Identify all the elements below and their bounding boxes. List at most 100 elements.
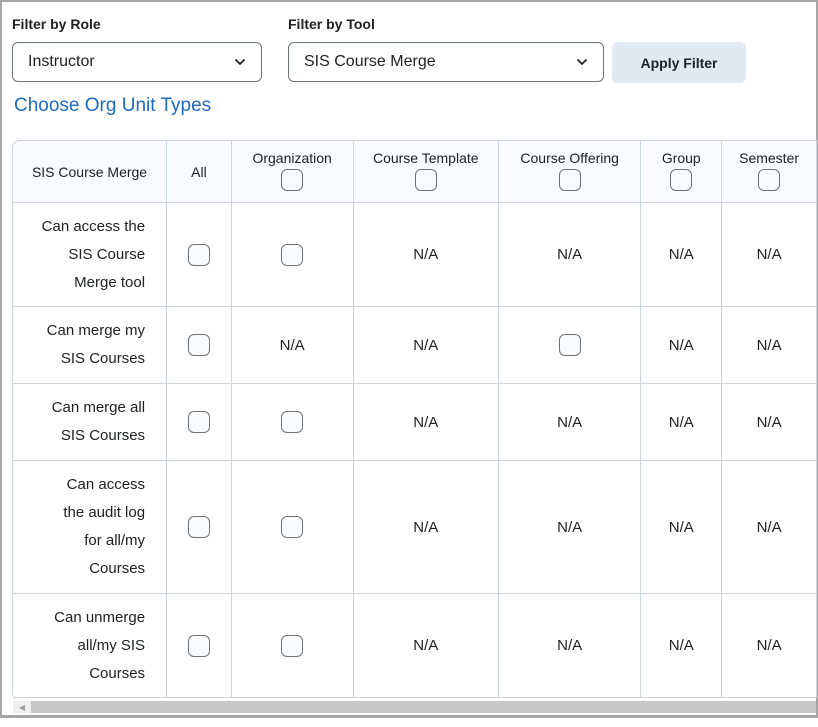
column-header-label: Course Template bbox=[372, 149, 479, 166]
not-applicable-text: N/A bbox=[756, 336, 782, 354]
permissions-table-body: Can access the SIS Course Merge tool N/A N/A… bbox=[13, 202, 817, 698]
table-row: Can unmerge all/my SIS Courses N/A N/A N/A N/A bbox=[13, 593, 817, 698]
permission-checkbox[interactable] bbox=[281, 411, 304, 433]
table-row: Can merge my SIS Courses N/A N/A N/A N/A bbox=[13, 306, 817, 384]
column-select-all-checkbox[interactable] bbox=[558, 168, 581, 191]
table-row: Can merge all SIS Courses N/A N/A N/A N/A bbox=[13, 383, 817, 461]
permission-cell: N/A bbox=[640, 306, 723, 384]
not-applicable-text: N/A bbox=[668, 246, 694, 263]
header-row: SIS Course Merge All Organization Course… bbox=[13, 141, 817, 203]
all-cell bbox=[166, 460, 232, 594]
permission-cell bbox=[231, 460, 354, 594]
permission-checkbox[interactable] bbox=[281, 516, 304, 538]
permission-checkbox[interactable] bbox=[281, 243, 304, 266]
permission-checkbox[interactable] bbox=[281, 634, 304, 657]
all-cell bbox=[166, 306, 232, 384]
permission-label-line: for all/my bbox=[84, 532, 146, 549]
not-applicable-text: N/A bbox=[557, 246, 583, 263]
all-cell bbox=[166, 202, 232, 307]
column-header-course-template: Course Template bbox=[353, 141, 499, 203]
permission-cell: N/A bbox=[353, 306, 499, 384]
permission-cell bbox=[231, 202, 354, 307]
column-header-label: Group bbox=[661, 149, 701, 166]
column-header-label: Course Offering bbox=[520, 149, 619, 166]
permission-label-line: Courses bbox=[89, 560, 146, 577]
permission-label: Can merge my SIS Courses bbox=[13, 306, 168, 384]
column-select-all-checkbox[interactable] bbox=[414, 168, 437, 191]
not-applicable-text: N/A bbox=[413, 413, 439, 431]
permission-cell: N/A bbox=[640, 593, 723, 698]
column-header-semester: Semester bbox=[721, 141, 817, 203]
permission-cell: N/A bbox=[721, 593, 817, 698]
column-select-all-checkbox[interactable] bbox=[758, 168, 781, 191]
table-row: Can access the audit log for all/my Courses… bbox=[13, 460, 817, 594]
apply-filter-button[interactable]: Apply Filter bbox=[612, 42, 746, 83]
permission-checkbox[interactable] bbox=[558, 334, 581, 356]
permission-label-line: the audit log bbox=[63, 504, 146, 521]
column-select-all-checkbox[interactable] bbox=[670, 168, 693, 191]
not-applicable-text: N/A bbox=[668, 637, 694, 654]
permission-cell: N/A bbox=[498, 593, 642, 698]
permission-label-line: Can access bbox=[66, 476, 146, 493]
corner-header: SIS Course Merge bbox=[13, 141, 168, 203]
filter-tool-label: Filter by Tool bbox=[288, 16, 375, 32]
chevron-down-icon bbox=[577, 59, 587, 65]
permission-checkbox[interactable] bbox=[187, 411, 210, 433]
not-applicable-text: N/A bbox=[756, 413, 782, 431]
permission-cell: N/A bbox=[353, 593, 499, 698]
filter-role-label: Filter by Role bbox=[12, 16, 101, 32]
permission-label-line: Can access the bbox=[41, 217, 146, 235]
permission-cell: N/A bbox=[498, 460, 642, 594]
permission-checkbox[interactable] bbox=[187, 334, 210, 356]
permission-label-line: SIS Courses bbox=[60, 350, 146, 367]
role-select-value: Instructor bbox=[28, 53, 95, 70]
all-cell bbox=[166, 383, 232, 461]
chevron-down-icon bbox=[235, 59, 245, 65]
permission-cell: N/A bbox=[721, 460, 817, 594]
permission-cell: N/A bbox=[353, 202, 499, 307]
permission-label-line: Courses bbox=[89, 664, 146, 682]
not-applicable-text: N/A bbox=[557, 637, 583, 654]
permission-cell: N/A bbox=[640, 383, 723, 461]
not-applicable-text: N/A bbox=[756, 518, 782, 536]
permission-checkbox[interactable] bbox=[187, 243, 210, 266]
not-applicable-text: N/A bbox=[413, 336, 439, 354]
permission-cell: N/A bbox=[640, 460, 723, 594]
permission-cell: N/A bbox=[353, 460, 499, 594]
permission-cell bbox=[498, 306, 642, 384]
tool-select[interactable]: SIS Course Merge bbox=[288, 42, 604, 82]
not-applicable-text: N/A bbox=[557, 413, 583, 431]
permission-label-line: all/my SIS bbox=[77, 636, 146, 654]
all-cell bbox=[166, 593, 232, 698]
permission-label-line: SIS Courses bbox=[60, 427, 146, 444]
choose-org-unit-types-link[interactable]: Choose Org Unit Types bbox=[14, 95, 211, 117]
permission-cell: N/A bbox=[353, 383, 499, 461]
column-header-label: Semester bbox=[739, 149, 800, 166]
not-applicable-text: N/A bbox=[668, 518, 694, 536]
not-applicable-text: N/A bbox=[668, 413, 694, 431]
permission-label: Can access the audit log for all/my Courses bbox=[13, 460, 168, 594]
permission-cell: N/A bbox=[498, 383, 642, 461]
table-row: Can access the SIS Course Merge tool N/A N/A… bbox=[13, 202, 817, 307]
not-applicable-text: N/A bbox=[279, 336, 305, 354]
permission-checkbox[interactable] bbox=[187, 516, 210, 538]
column-select-all-checkbox[interactable] bbox=[281, 168, 304, 191]
permission-label-line: Merge tool bbox=[74, 273, 146, 291]
permission-cell: N/A bbox=[231, 306, 354, 384]
permission-label: Can merge all SIS Courses bbox=[13, 383, 168, 461]
permissions-table-container: SIS Course Merge All Organization Course… bbox=[12, 140, 817, 701]
permission-cell: N/A bbox=[498, 202, 642, 307]
permission-label-line: Can merge all bbox=[51, 399, 146, 416]
scroll-left-arrow-icon[interactable]: ◀ bbox=[13, 701, 31, 713]
permission-label: Can access the SIS Course Merge tool bbox=[13, 202, 168, 307]
permission-cell bbox=[231, 593, 354, 698]
horizontal-scrollbar[interactable]: ◀ bbox=[13, 701, 816, 713]
permission-checkbox[interactable] bbox=[187, 634, 210, 657]
not-applicable-text: N/A bbox=[756, 637, 782, 654]
permission-label-line: Can unmerge bbox=[54, 608, 146, 626]
column-header-label: Organization bbox=[252, 149, 332, 166]
permission-cell: N/A bbox=[721, 306, 817, 384]
all-header: All bbox=[166, 141, 232, 203]
permission-label: Can unmerge all/my SIS Courses bbox=[13, 593, 168, 698]
role-select[interactable]: Instructor bbox=[12, 42, 262, 82]
